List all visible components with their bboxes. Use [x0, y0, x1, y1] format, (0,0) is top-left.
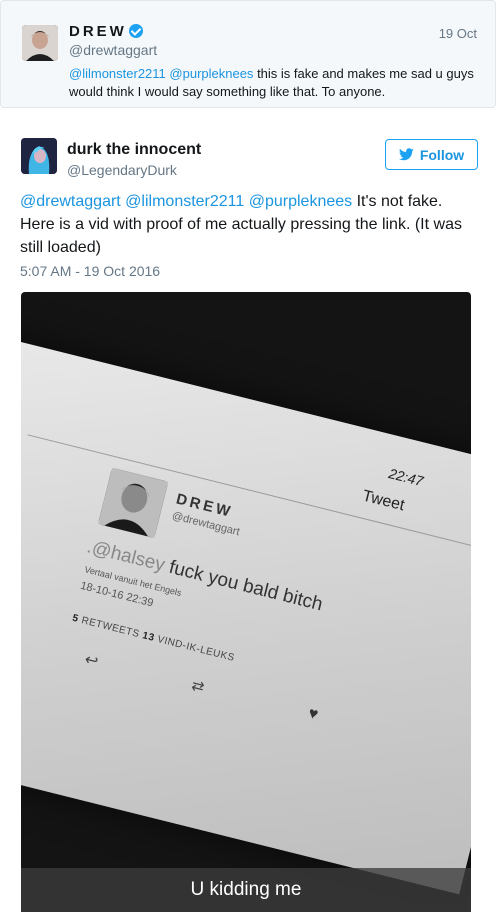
phone-screen: 22:47 Tweet DREW @drewtaggart .@halsey f… — [21, 332, 471, 895]
tweet-text: @drewtaggart @lilmonster2211 @purpleknee… — [20, 190, 480, 259]
author-name[interactable]: durk the innocent — [67, 141, 201, 159]
retweet-label: RETWEETS — [80, 615, 141, 641]
follow-label: Follow — [419, 146, 465, 163]
tweet-media-video[interactable]: 22:47 Tweet DREW @drewtaggart .@halsey f… — [21, 292, 471, 912]
like-count: 13 — [141, 630, 156, 644]
mention-link[interactable]: @purpleknees — [169, 66, 253, 81]
quoted-tweet[interactable]: DREW @drewtaggart 19 Oct @lilmonster2211… — [0, 0, 496, 108]
like-label: VIND-IK-LEUKS — [156, 633, 236, 664]
verified-badge-icon — [128, 24, 143, 38]
author-handle[interactable]: @drewtaggart — [69, 42, 157, 58]
twitter-bird-icon — [398, 148, 414, 161]
avatar[interactable] — [21, 138, 57, 174]
mention-link[interactable]: @drewtaggart @lilmonster2211 @purpleknee… — [20, 193, 352, 210]
video-caption: U kidding me — [21, 868, 471, 912]
retweet-icon: ⇄ — [189, 676, 207, 697]
reply-icon: ↩ — [82, 651, 100, 671]
mention-link[interactable]: @lilmonster2211 — [69, 66, 166, 81]
screen-avatar — [98, 467, 169, 539]
author-name[interactable]: DREW — [69, 23, 143, 40]
follow-button[interactable]: Follow — [385, 139, 478, 170]
author-handle[interactable]: @LegendaryDurk — [67, 162, 177, 178]
tweet-text: @lilmonster2211 @purpleknees this is fak… — [69, 65, 479, 101]
tweet-timestamp[interactable]: 5:07 AM - 19 Oct 2016 — [20, 263, 160, 279]
screen-clock: 22:47 — [387, 465, 425, 490]
retweet-count: 5 — [71, 612, 80, 625]
screen-header: Tweet — [360, 487, 407, 515]
screen-tweet-body: fuck you bald bitch — [166, 556, 325, 616]
tweet-date[interactable]: 19 Oct — [439, 26, 477, 41]
heart-icon: ♥ — [306, 704, 320, 724]
avatar[interactable] — [22, 25, 58, 61]
